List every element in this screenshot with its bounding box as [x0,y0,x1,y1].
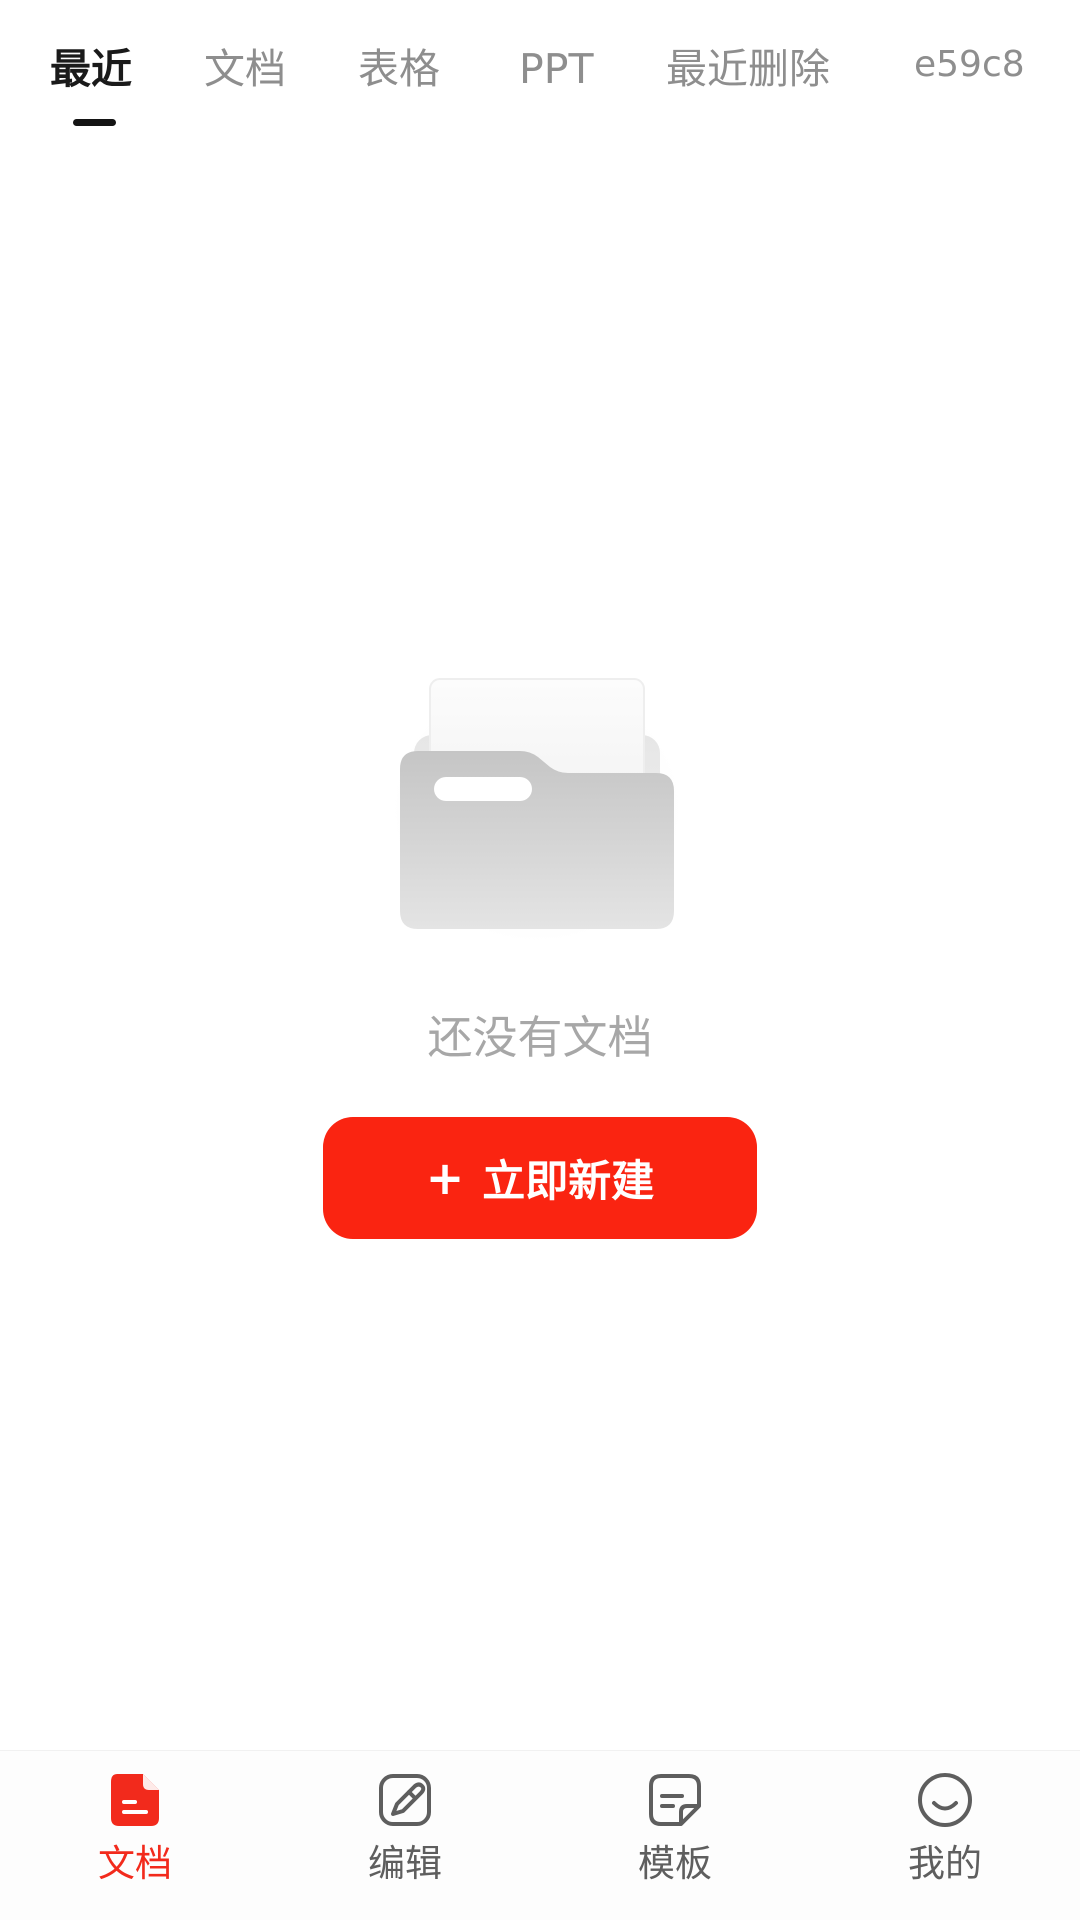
document-icon [105,1770,165,1830]
empty-state-message: 还没有文档 [427,1011,653,1064]
tab-ppt[interactable]: PPT [519,44,594,94]
bottom-nav: 文档 编辑 模板 我的 [0,1750,1080,1920]
category-tabs: 最近 文档 表格 PPT 最近删除 e59c8 [0,0,1080,140]
tab-documents[interactable]: 文档 [204,44,286,94]
folder-icon [382,675,692,955]
create-new-button[interactable]: + 立即新建 [323,1117,757,1239]
nav-label-templates: 模板 [638,1842,712,1885]
tab-spreadsheets[interactable]: 表格 [358,44,440,94]
nav-item-documents[interactable]: 文档 [0,1751,270,1920]
edit-brush-icon [375,1770,435,1830]
tab-extra[interactable]: e59c8 [914,40,1025,90]
nav-item-profile[interactable]: 我的 [810,1751,1080,1920]
plus-icon: + [425,1151,465,1205]
nav-item-edit[interactable]: 编辑 [270,1751,540,1920]
documents-page: 最近 文档 表格 PPT 最近删除 e59c8 还没有文档 + 立即新建 文档 … [0,0,1080,1920]
tab-recent[interactable]: 最近 [50,44,132,94]
nav-label-profile: 我的 [908,1842,982,1885]
nav-item-templates[interactable]: 模板 [540,1751,810,1920]
create-new-label: 立即新建 [482,1157,655,1207]
tab-recently-deleted[interactable]: 最近删除 [666,44,830,94]
template-icon [645,1770,705,1830]
nav-label-documents: 文档 [98,1842,172,1885]
active-tab-indicator [73,119,116,126]
nav-label-edit: 编辑 [368,1842,442,1885]
profile-icon [915,1770,975,1830]
